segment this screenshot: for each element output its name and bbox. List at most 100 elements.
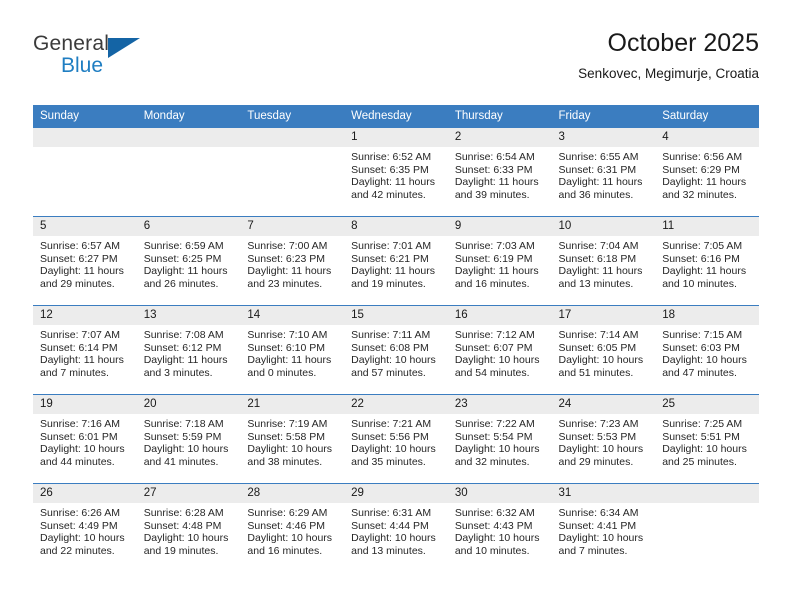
day-details: Sunrise: 7:15 AM Sunset: 6:03 PM Daylight:… (655, 325, 759, 379)
calendar-day-cell[interactable]: 4 Sunrise: 6:56 AM Sunset: 6:29 PM Daylight… (655, 127, 759, 217)
calendar-day-cell[interactable]: 5 Sunrise: 6:57 AM Sunset: 6:27 PM Daylight… (33, 216, 137, 306)
logo-text-blue: Blue (61, 54, 104, 77)
sunset-text: Sunset: 4:44 PM (351, 519, 429, 532)
sunset-text: Sunset: 6:01 PM (40, 430, 118, 443)
calendar-day-cell[interactable]: 25 Sunrise: 7:25 AM Sunset: 5:51 PM Dayligh… (655, 394, 759, 484)
calendar-day-cell[interactable]: 9 Sunrise: 7:03 AM Sunset: 6:19 PM Daylight… (447, 216, 552, 306)
daylight-text-line1: Daylight: 11 hours (143, 354, 228, 367)
day-number: 15 (344, 306, 448, 325)
page-subtitle-location: Senkovec, Megimurje, Croatia (578, 66, 759, 81)
calendar-day-cell[interactable]: 18 Sunrise: 7:15 AM Sunset: 6:03 PM Dayligh… (655, 305, 759, 395)
sunset-text: Sunset: 5:54 PM (454, 430, 533, 443)
sunrise-text: Sunrise: 7:16 AM (40, 418, 120, 430)
day-details: Sunrise: 6:55 AM Sunset: 6:31 PM Daylight:… (552, 147, 656, 201)
day-number: 11 (655, 217, 759, 236)
sunset-text: Sunset: 4:49 PM (40, 519, 118, 532)
daylight-text-line2: and 32 minutes. (662, 188, 737, 201)
sunset-text: Sunset: 6:08 PM (351, 341, 429, 354)
day-details: Sunrise: 6:29 AM Sunset: 4:46 PM Daylight:… (240, 503, 344, 557)
day-details: Sunrise: 7:03 AM Sunset: 6:19 PM Daylight:… (448, 236, 552, 290)
daylight-text-line1: Daylight: 11 hours (351, 265, 435, 278)
calendar-day-cell[interactable]: 30 Sunrise: 6:32 AM Sunset: 4:43 PM Dayligh… (447, 483, 552, 572)
sunrise-text: Sunrise: 7:08 AM (143, 329, 224, 341)
daylight-text-line2: and 25 minutes. (662, 455, 737, 468)
calendar-day-cell[interactable]: 12 Sunrise: 7:07 AM Sunset: 6:14 PM Dayligh… (33, 305, 137, 395)
day-number: 28 (240, 484, 345, 503)
daylight-text-line2: and 32 minutes. (454, 455, 530, 468)
day-number: 7 (240, 217, 345, 236)
sunrise-text: Sunrise: 7:22 AM (454, 418, 535, 430)
sunset-text: Sunset: 6:31 PM (558, 163, 637, 176)
daylight-text-line2: and 39 minutes. (454, 188, 530, 201)
sunrise-text: Sunrise: 6:52 AM (351, 151, 432, 163)
calendar-day-cell[interactable]: 28 Sunrise: 6:29 AM Sunset: 4:46 PM Dayligh… (240, 483, 345, 572)
calendar-day-cell[interactable]: 31 Sunrise: 6:34 AM Sunset: 4:41 PM Dayligh… (551, 483, 656, 572)
sunset-text: Sunset: 5:58 PM (247, 430, 326, 443)
logo-text-general: General (33, 32, 110, 55)
calendar-grid: Sunday Monday Tuesday Wednesday Thursday… (33, 105, 759, 572)
sunset-text: Sunset: 5:56 PM (351, 430, 429, 443)
daylight-text-line1: Daylight: 10 hours (558, 354, 644, 367)
calendar-week-row: 12 Sunrise: 7:07 AM Sunset: 6:14 PM Dayligh… (33, 305, 759, 395)
calendar-day-cell[interactable]: 14 Sunrise: 7:10 AM Sunset: 6:10 PM Dayligh… (240, 305, 345, 395)
day-details: Sunrise: 7:18 AM Sunset: 5:59 PM Daylight:… (137, 414, 241, 468)
sunrise-text: Sunrise: 6:28 AM (143, 507, 224, 519)
day-details: Sunrise: 6:52 AM Sunset: 6:35 PM Daylight:… (344, 147, 448, 201)
day-number: 5 (33, 217, 137, 236)
calendar-day-cell[interactable]: 2 Sunrise: 6:54 AM Sunset: 6:33 PM Daylight… (447, 127, 552, 217)
sunrise-text: Sunrise: 6:26 AM (40, 507, 120, 519)
daylight-text-line2: and 19 minutes. (143, 544, 219, 557)
calendar-day-cell[interactable]: 10 Sunrise: 7:04 AM Sunset: 6:18 PM Dayligh… (551, 216, 656, 306)
calendar-day-cell[interactable]: 3 Sunrise: 6:55 AM Sunset: 6:31 PM Daylight… (551, 127, 656, 217)
calendar-day-cell[interactable]: 23 Sunrise: 7:22 AM Sunset: 5:54 PM Dayligh… (447, 394, 552, 484)
calendar-day-cell[interactable]: 8 Sunrise: 7:01 AM Sunset: 6:21 PM Daylight… (344, 216, 448, 306)
daylight-text-line1: Daylight: 10 hours (351, 354, 436, 367)
calendar-day-cell[interactable]: 1 Sunrise: 6:52 AM Sunset: 6:35 PM Daylight… (344, 127, 448, 217)
calendar-day-cell[interactable]: 22 Sunrise: 7:21 AM Sunset: 5:56 PM Dayligh… (344, 394, 448, 484)
calendar-day-cell[interactable]: 20 Sunrise: 7:18 AM Sunset: 5:59 PM Dayligh… (136, 394, 241, 484)
calendar-day-cell[interactable]: 6 Sunrise: 6:59 AM Sunset: 6:25 PM Daylight… (136, 216, 241, 306)
calendar-day-cell[interactable]: 26 Sunrise: 6:26 AM Sunset: 4:49 PM Dayligh… (33, 483, 137, 572)
sunrise-text: Sunrise: 7:11 AM (351, 329, 431, 341)
sunrise-text: Sunrise: 7:25 AM (662, 418, 743, 430)
daylight-text-line2: and 0 minutes. (247, 366, 317, 379)
calendar-day-cell[interactable]: 29 Sunrise: 6:31 AM Sunset: 4:44 PM Dayligh… (344, 483, 448, 572)
calendar-day-cell[interactable]: 17 Sunrise: 7:14 AM Sunset: 6:05 PM Dayligh… (551, 305, 656, 395)
daylight-text-line1: Daylight: 10 hours (662, 354, 747, 367)
day-details: Sunrise: 7:12 AM Sunset: 6:07 PM Daylight:… (448, 325, 552, 379)
day-number (136, 128, 241, 147)
day-number: 2 (447, 128, 552, 147)
daylight-text-line1: Daylight: 10 hours (454, 443, 540, 456)
weekday-header-friday: Friday (551, 105, 656, 128)
calendar-day-cell[interactable]: 11 Sunrise: 7:05 AM Sunset: 6:16 PM Dayligh… (655, 216, 759, 306)
sunset-text: Sunset: 6:12 PM (143, 341, 222, 354)
day-number: 23 (447, 395, 552, 414)
daylight-text-line2: and 51 minutes. (558, 366, 634, 379)
calendar-day-cell[interactable]: 19 Sunrise: 7:16 AM Sunset: 6:01 PM Dayligh… (33, 394, 137, 484)
daylight-text-line2: and 54 minutes. (454, 366, 530, 379)
daylight-text-line2: and 38 minutes. (247, 455, 323, 468)
sunset-text: Sunset: 6:29 PM (662, 163, 740, 176)
daylight-text-line2: and 13 minutes. (558, 277, 634, 290)
day-details: Sunrise: 6:31 AM Sunset: 4:44 PM Daylight:… (344, 503, 448, 557)
general-blue-logo[interactable]: General Blue (33, 32, 213, 88)
calendar-day-cell[interactable]: 24 Sunrise: 7:23 AM Sunset: 5:53 PM Dayligh… (551, 394, 656, 484)
calendar-day-cell[interactable]: 7 Sunrise: 7:00 AM Sunset: 6:23 PM Daylight… (240, 216, 345, 306)
sunset-text: Sunset: 6:21 PM (351, 252, 429, 265)
daylight-text-line1: Daylight: 11 hours (40, 265, 124, 278)
sunrise-text: Sunrise: 6:32 AM (454, 507, 535, 519)
day-details: Sunrise: 7:10 AM Sunset: 6:10 PM Daylight:… (240, 325, 344, 379)
day-details: Sunrise: 7:23 AM Sunset: 5:53 PM Daylight:… (552, 414, 656, 468)
sunset-text: Sunset: 6:27 PM (40, 252, 118, 265)
sunset-text: Sunset: 6:25 PM (143, 252, 222, 265)
day-details: Sunrise: 7:14 AM Sunset: 6:05 PM Daylight:… (552, 325, 656, 379)
daylight-text-line1: Daylight: 11 hours (454, 176, 539, 189)
day-details: Sunrise: 7:08 AM Sunset: 6:12 PM Daylight:… (137, 325, 241, 379)
calendar-day-cell[interactable]: 15 Sunrise: 7:11 AM Sunset: 6:08 PM Dayligh… (344, 305, 448, 395)
calendar-day-cell[interactable]: 21 Sunrise: 7:19 AM Sunset: 5:58 PM Dayligh… (240, 394, 345, 484)
daylight-text-line2: and 44 minutes. (40, 455, 115, 468)
calendar-day-cell[interactable]: 27 Sunrise: 6:28 AM Sunset: 4:48 PM Dayligh… (136, 483, 241, 572)
daylight-text-line1: Daylight: 10 hours (247, 532, 333, 545)
calendar-day-cell[interactable]: 13 Sunrise: 7:08 AM Sunset: 6:12 PM Dayligh… (136, 305, 241, 395)
calendar-day-cell[interactable]: 16 Sunrise: 7:12 AM Sunset: 6:07 PM Dayligh… (447, 305, 552, 395)
